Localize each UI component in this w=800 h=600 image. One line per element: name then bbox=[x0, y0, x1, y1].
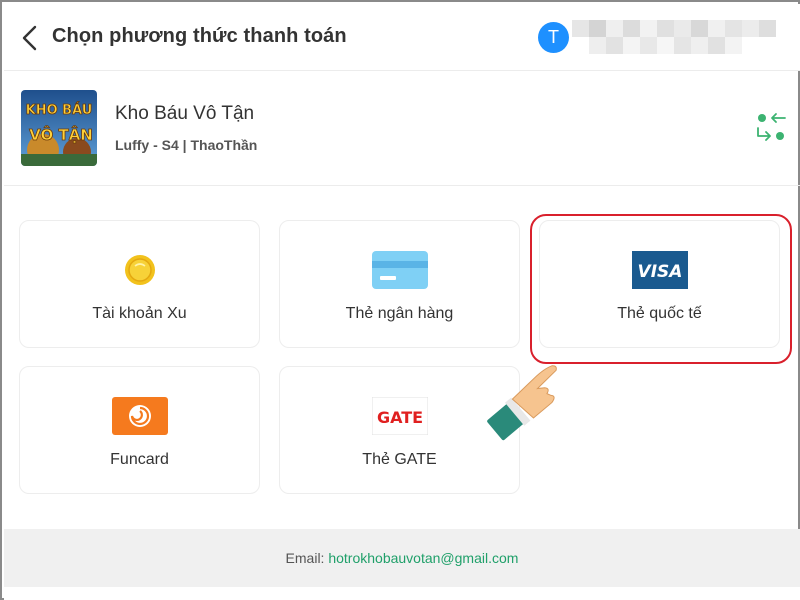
gate-icon: GATE bbox=[371, 396, 428, 440]
method-bank-card[interactable]: Thẻ ngân hàng bbox=[279, 220, 520, 348]
support-email-link[interactable]: hotrokhobauvotan@gmail.com bbox=[328, 550, 518, 566]
username-blurred bbox=[570, 18, 776, 54]
svg-text:KHO BÁU: KHO BÁU bbox=[26, 102, 93, 118]
method-label: Funcard bbox=[110, 451, 169, 468]
switch-game-icon[interactable] bbox=[755, 110, 787, 144]
game-thumbnail: KHO BÁU VÔ TẬN bbox=[21, 90, 97, 166]
pointing-hand-icon bbox=[472, 340, 572, 450]
chevron-left-icon bbox=[22, 25, 37, 51]
game-info: KHO BÁU VÔ TẬN Kho Báu Vô Tận Luffy - S4… bbox=[4, 72, 800, 186]
back-button[interactable] bbox=[18, 24, 42, 52]
method-label: Thẻ GATE bbox=[362, 451, 437, 468]
method-label: Thẻ ngân hàng bbox=[345, 305, 454, 322]
app-frame: Chọn phương thức thanh toán T KHO BÁU VÔ… bbox=[0, 0, 800, 600]
svg-text:VÔ TẬN: VÔ TẬN bbox=[29, 124, 93, 144]
footer: Email: hotrokhobauvotan@gmail.com bbox=[4, 529, 800, 587]
game-name: Kho Báu Vô Tận bbox=[115, 103, 255, 124]
method-label: Tài khoản Xu bbox=[92, 305, 187, 322]
avatar[interactable]: T bbox=[538, 22, 569, 53]
method-coin-account[interactable]: Tài khoản Xu bbox=[19, 220, 260, 348]
bank-card-icon bbox=[371, 251, 428, 294]
method-funcard[interactable]: Funcard bbox=[19, 366, 260, 494]
coin-icon bbox=[123, 253, 157, 292]
page-title: Chọn phương thức thanh toán bbox=[52, 25, 347, 47]
game-server: Luffy - S4 | ThaoThần bbox=[115, 137, 258, 153]
funcard-icon bbox=[111, 397, 168, 440]
bottom-strip bbox=[4, 587, 800, 600]
header: Chọn phương thức thanh toán T bbox=[4, 4, 800, 71]
svg-text:GATE: GATE bbox=[376, 408, 422, 427]
email-label: Email: bbox=[285, 550, 329, 566]
